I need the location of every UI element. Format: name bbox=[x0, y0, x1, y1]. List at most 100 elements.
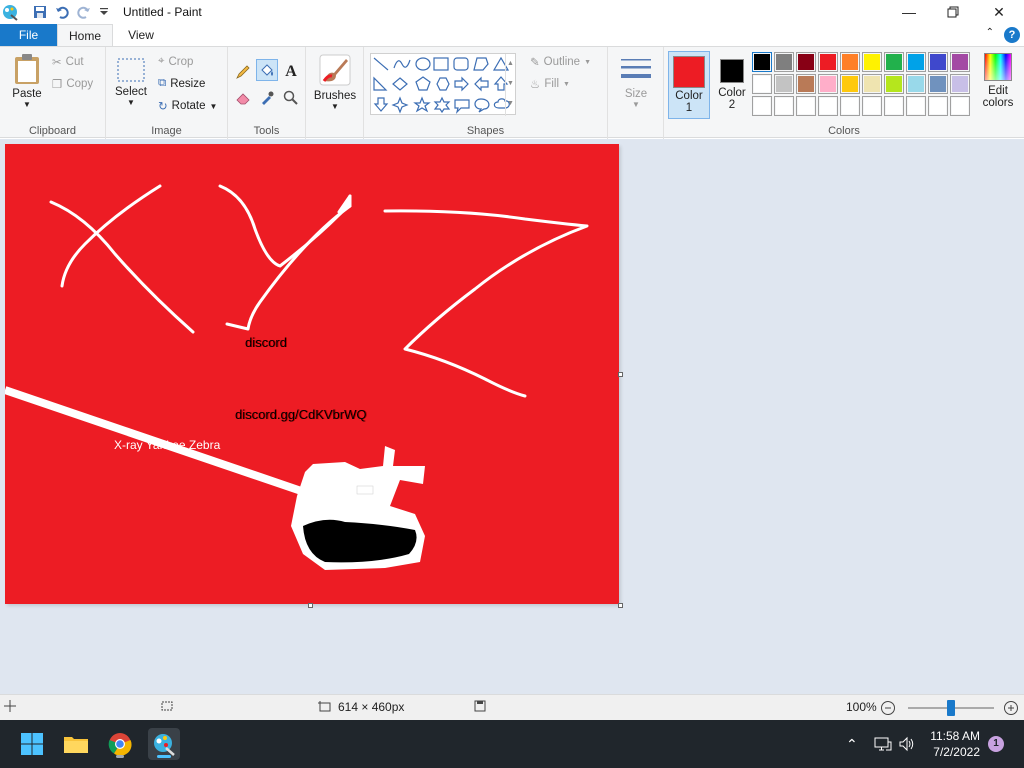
edit-colors-button[interactable]: Edit colors bbox=[976, 53, 1020, 109]
palette-swatch[interactable] bbox=[884, 96, 904, 116]
tab-file[interactable]: File bbox=[0, 24, 57, 46]
resize-button[interactable]: ⧉ Resize bbox=[158, 77, 205, 90]
palette-swatch[interactable] bbox=[840, 74, 860, 94]
show-hidden-icons-button[interactable]: ⌃ bbox=[846, 720, 858, 768]
cursor-position-icon bbox=[4, 700, 16, 712]
paste-dropdown-icon[interactable]: ▼ bbox=[6, 100, 48, 109]
resize-handle-bottom[interactable] bbox=[308, 603, 313, 608]
zoom-slider-thumb[interactable] bbox=[947, 700, 955, 716]
palette-swatch[interactable] bbox=[752, 52, 772, 72]
palette-swatch[interactable] bbox=[928, 74, 948, 94]
text-icon[interactable]: A bbox=[280, 61, 302, 83]
paint-icon bbox=[154, 734, 175, 756]
zoom-in-button[interactable] bbox=[1003, 700, 1019, 716]
palette-swatch[interactable] bbox=[862, 74, 882, 94]
redo-icon[interactable] bbox=[76, 4, 92, 20]
palette-swatch[interactable] bbox=[774, 52, 794, 72]
paint-active-indicator bbox=[157, 755, 171, 758]
paint-taskbar-button[interactable] bbox=[148, 728, 180, 760]
drawing-canvas[interactable]: discord discord.gg/CdKVbrWQ X-ray Yankee… bbox=[5, 144, 619, 604]
clock-date: 7/2/2022 bbox=[933, 745, 980, 759]
chrome-button[interactable] bbox=[104, 728, 136, 760]
canvas-drawing bbox=[5, 184, 589, 570]
close-icon[interactable]: ✕ bbox=[976, 0, 1022, 24]
zoom-out-button[interactable] bbox=[880, 700, 896, 716]
palette-swatch[interactable] bbox=[774, 96, 794, 116]
minus-icon bbox=[881, 701, 895, 715]
select-dropdown-icon[interactable]: ▼ bbox=[114, 98, 148, 107]
palette-swatch[interactable] bbox=[818, 96, 838, 116]
palette-swatch[interactable] bbox=[906, 74, 926, 94]
size-button[interactable]: Size ▼ bbox=[616, 55, 656, 109]
undo-icon[interactable] bbox=[54, 4, 70, 20]
system-clock[interactable]: 11:58 AM 7/2/2022 bbox=[930, 728, 980, 760]
palette-swatch[interactable] bbox=[840, 52, 860, 72]
palette-swatch[interactable] bbox=[928, 52, 948, 72]
volume-icon[interactable] bbox=[898, 720, 916, 768]
palette-swatch-color bbox=[798, 76, 814, 92]
palette-swatch-color bbox=[952, 98, 968, 114]
copy-icon: ❐ bbox=[52, 79, 63, 91]
save-icon[interactable] bbox=[32, 4, 48, 20]
fill-icon[interactable] bbox=[256, 59, 278, 81]
palette-swatch[interactable] bbox=[862, 96, 882, 116]
outline-dropdown-icon: ▼ bbox=[584, 58, 592, 66]
shapes-scroll[interactable]: ▲ ▼ ▼ bbox=[505, 54, 515, 116]
ribbon: Paste ▼ ✂ Cut ❐ Copy Clipboard Select ▼ ⌖ C… bbox=[0, 46, 1024, 139]
tab-home[interactable]: Home bbox=[57, 24, 113, 46]
color2-button[interactable]: Color 2 bbox=[714, 51, 750, 119]
color1-button[interactable]: Color 1 bbox=[668, 51, 710, 119]
brushes-dropdown-icon[interactable]: ▼ bbox=[312, 102, 358, 111]
cut-button[interactable]: ✂ Cut bbox=[52, 55, 84, 69]
resize-handle-corner[interactable] bbox=[618, 603, 623, 608]
start-button[interactable] bbox=[16, 728, 48, 760]
canvas-text-invite: discord.gg/CdKVbrWQ bbox=[235, 407, 367, 422]
collapse-ribbon-icon[interactable]: ⌃ bbox=[986, 27, 994, 38]
color-picker-icon[interactable] bbox=[256, 87, 278, 109]
palette-swatch[interactable] bbox=[796, 52, 816, 72]
rotate-button[interactable]: ↻ Rotate ▼ bbox=[158, 99, 217, 113]
help-icon[interactable]: ? bbox=[1004, 27, 1020, 43]
palette-swatch[interactable] bbox=[884, 74, 904, 94]
outline-button[interactable]: ✎ Outline ▼ bbox=[530, 55, 591, 69]
file-explorer-button[interactable] bbox=[60, 728, 92, 760]
shape-fill-icon: ♨ bbox=[530, 79, 541, 91]
restore-icon[interactable] bbox=[930, 0, 976, 24]
resize-handle-right[interactable] bbox=[618, 372, 623, 377]
select-button[interactable]: Select ▼ bbox=[114, 57, 148, 107]
palette-swatch[interactable] bbox=[774, 74, 794, 94]
notification-badge[interactable]: 1 bbox=[988, 736, 1004, 752]
palette-swatch[interactable] bbox=[752, 74, 772, 94]
brushes-button[interactable]: Brushes ▼ bbox=[312, 53, 358, 111]
palette-swatch-color bbox=[864, 54, 880, 70]
palette-swatch[interactable] bbox=[884, 52, 904, 72]
line-size-icon bbox=[621, 59, 651, 78]
fill-button[interactable]: ♨ Fill ▼ bbox=[530, 77, 570, 91]
palette-swatch[interactable] bbox=[906, 96, 926, 116]
palette-swatch[interactable] bbox=[818, 74, 838, 94]
crop-button[interactable]: ⌖ Crop bbox=[158, 55, 193, 68]
palette-swatch[interactable] bbox=[862, 52, 882, 72]
network-icon[interactable] bbox=[874, 720, 892, 768]
palette-swatch[interactable] bbox=[950, 74, 970, 94]
tab-view[interactable]: View bbox=[113, 24, 169, 46]
palette-swatch[interactable] bbox=[752, 96, 772, 116]
minimize-icon[interactable]: — bbox=[886, 0, 932, 24]
palette-swatch[interactable] bbox=[950, 52, 970, 72]
palette-swatch-color bbox=[820, 98, 836, 114]
zoom-slider[interactable] bbox=[908, 700, 994, 716]
eraser-icon[interactable] bbox=[232, 87, 254, 109]
palette-swatch[interactable] bbox=[796, 96, 816, 116]
paint-app-icon[interactable] bbox=[0, 2, 20, 22]
palette-swatch[interactable] bbox=[796, 74, 816, 94]
magnifier-icon[interactable] bbox=[280, 87, 302, 109]
paste-button[interactable]: Paste ▼ bbox=[6, 53, 48, 109]
customize-quick-access-icon[interactable] bbox=[96, 4, 112, 20]
copy-button[interactable]: ❐ Copy bbox=[52, 77, 93, 91]
palette-swatch[interactable] bbox=[906, 52, 926, 72]
palette-swatch[interactable] bbox=[840, 96, 860, 116]
palette-swatch[interactable] bbox=[818, 52, 838, 72]
palette-swatch[interactable] bbox=[950, 96, 970, 116]
pencil-icon[interactable] bbox=[232, 61, 254, 83]
palette-swatch[interactable] bbox=[928, 96, 948, 116]
